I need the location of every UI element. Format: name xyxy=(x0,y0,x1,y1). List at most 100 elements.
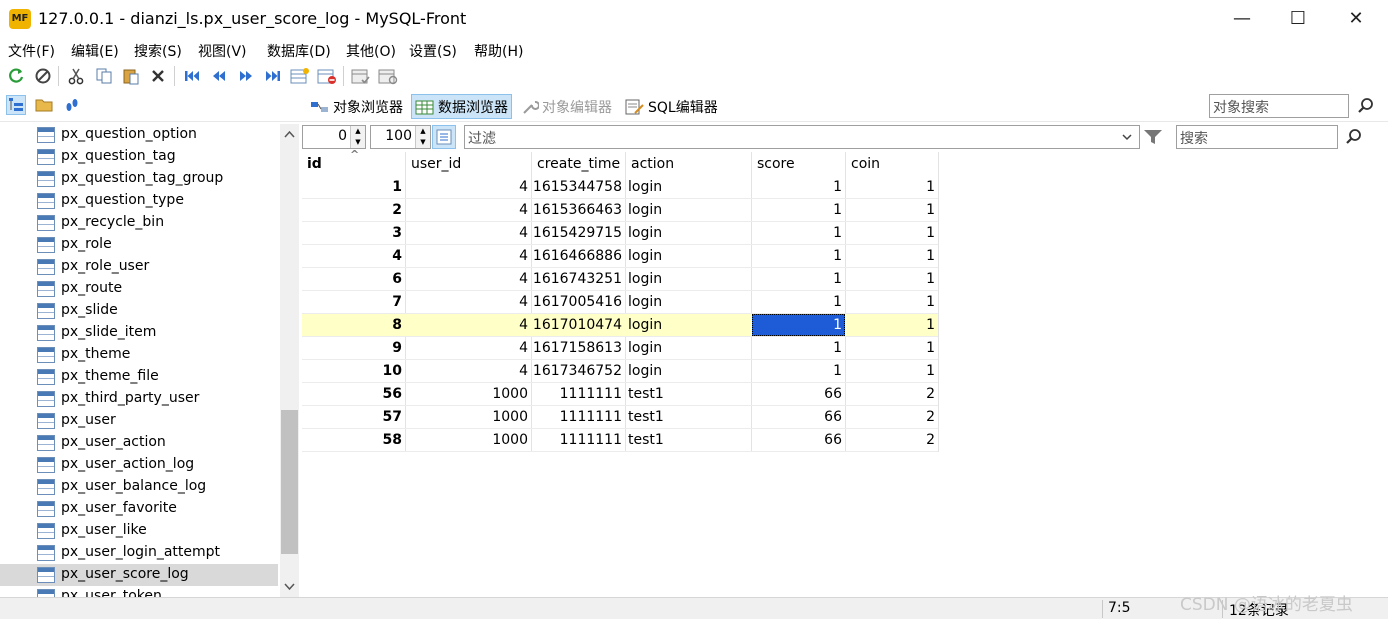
table-cell[interactable]: 1000 xyxy=(406,386,528,402)
table-row[interactable]: 10 4 1617346752 login 1 1 xyxy=(302,360,938,383)
table-row[interactable]: 1 4 1615344758 login 1 1 xyxy=(302,176,938,199)
table-cell[interactable]: 1615429715 xyxy=(532,225,622,241)
tree-item[interactable]: px_role_user xyxy=(0,256,278,278)
menu-file[interactable]: 文件(F) xyxy=(8,41,55,61)
tab-object-browser[interactable]: 对象浏览器 xyxy=(307,94,406,119)
table-row[interactable]: 8 4 1617010474 login 1 1 xyxy=(302,314,938,337)
stop-icon[interactable] xyxy=(33,66,53,86)
menu-help[interactable]: 帮助(H) xyxy=(474,41,523,61)
tree-item[interactable]: px_user_favorite xyxy=(0,498,278,520)
menu-view[interactable]: 视图(V) xyxy=(198,41,247,61)
column-header-create-time[interactable]: create_time xyxy=(532,152,625,176)
table-cell[interactable]: 1111111 xyxy=(532,432,622,448)
table-cell[interactable]: 1617158613 xyxy=(532,340,622,356)
sidebar-scroll-thumb[interactable] xyxy=(281,410,298,554)
table-cell[interactable]: 1 xyxy=(752,340,842,356)
column-header-id[interactable]: id ^ xyxy=(302,148,405,176)
tree-item-selected[interactable]: px_user_score_log xyxy=(0,564,278,586)
table-cell[interactable]: 1 xyxy=(752,248,842,264)
footsteps-icon[interactable] xyxy=(62,95,82,115)
tree-item[interactable]: px_user xyxy=(0,410,278,432)
table-cell[interactable]: 1111111 xyxy=(532,386,622,402)
table-cell[interactable]: test1 xyxy=(628,432,664,448)
delete-icon[interactable] xyxy=(148,66,168,86)
column-header-user-id[interactable]: user_id xyxy=(406,152,531,176)
table-cell[interactable]: 58 xyxy=(302,432,402,448)
table-cell[interactable]: 1 xyxy=(846,202,935,218)
table-cell[interactable]: 1615366463 xyxy=(532,202,622,218)
table-cell[interactable]: 57 xyxy=(302,409,402,425)
table-cell[interactable]: 1 xyxy=(752,179,842,195)
table-cell[interactable]: 2 xyxy=(846,386,935,402)
table-cell[interactable]: 1 xyxy=(752,202,842,218)
table-cell[interactable]: 1616466886 xyxy=(532,248,622,264)
prev-record-icon[interactable] xyxy=(209,66,229,86)
cut-icon[interactable] xyxy=(66,66,86,86)
table-cell[interactable]: 1 xyxy=(752,363,842,379)
chevron-down-icon[interactable] xyxy=(1120,130,1134,144)
search-icon[interactable] xyxy=(1354,94,1378,118)
menu-database[interactable]: 数据库(D) xyxy=(267,41,331,61)
tree-item[interactable]: px_theme_file xyxy=(0,366,278,388)
table-cell[interactable]: 1000 xyxy=(406,409,528,425)
tree-item[interactable]: px_user_token xyxy=(0,586,278,597)
table-cell[interactable]: 1 xyxy=(846,317,935,333)
table-cell[interactable]: 4 xyxy=(406,363,528,379)
tree-item[interactable]: px_user_balance_log xyxy=(0,476,278,498)
table-cell[interactable]: login xyxy=(628,317,662,333)
table-cell[interactable]: 1 xyxy=(846,271,935,287)
table-cell[interactable]: 1000 xyxy=(406,432,528,448)
table-cell[interactable]: 4 xyxy=(406,294,528,310)
maximize-button[interactable]: ☐ xyxy=(1272,0,1324,38)
table-cell[interactable]: 66 xyxy=(752,432,842,448)
table-cell[interactable]: 66 xyxy=(752,386,842,402)
tree-item[interactable]: px_user_login_attempt xyxy=(0,542,278,564)
table-cell[interactable]: 1615344758 xyxy=(532,179,622,195)
table-cell[interactable]: 4 xyxy=(406,225,528,241)
table-row[interactable]: 4 4 1616466886 login 1 1 xyxy=(302,245,938,268)
tree-item[interactable]: px_question_tag xyxy=(0,146,278,168)
folder-icon[interactable] xyxy=(34,95,54,115)
table-cell[interactable]: login xyxy=(628,225,662,241)
menu-settings[interactable]: 设置(S) xyxy=(409,41,457,61)
table-cell[interactable]: 4 xyxy=(406,202,528,218)
table-cell[interactable]: 2 xyxy=(302,202,402,218)
table-cell[interactable]: 1111111 xyxy=(532,409,622,425)
table-cell[interactable]: test1 xyxy=(628,409,664,425)
delete-record-icon[interactable] xyxy=(317,66,337,86)
table-cell[interactable]: 1 xyxy=(846,179,935,195)
tree-item[interactable]: px_user_action xyxy=(0,432,278,454)
scroll-down-icon[interactable] xyxy=(280,577,299,595)
table-row[interactable]: 3 4 1615429715 login 1 1 xyxy=(302,222,938,245)
table-cell[interactable]: login xyxy=(628,179,662,195)
table-cell[interactable]: 1617005416 xyxy=(532,294,622,310)
table-cell[interactable]: login xyxy=(628,363,662,379)
tree-item[interactable]: px_role xyxy=(0,234,278,256)
table-cell[interactable]: 1 xyxy=(846,225,935,241)
table-cell[interactable]: login xyxy=(628,340,662,356)
object-search-input[interactable]: 对象搜索 xyxy=(1209,94,1349,118)
tree-view-icon[interactable] xyxy=(6,95,26,115)
table-cell[interactable]: 8 xyxy=(302,317,402,333)
table-cell[interactable]: 1 xyxy=(752,317,842,333)
table-cell[interactable]: 66 xyxy=(752,409,842,425)
table-cell[interactable]: 1 xyxy=(846,248,935,264)
tree-item[interactable]: px_user_action_log xyxy=(0,454,278,476)
tree-item[interactable]: px_third_party_user xyxy=(0,388,278,410)
table-cell[interactable]: 7 xyxy=(302,294,402,310)
table-cell[interactable]: 1617346752 xyxy=(532,363,622,379)
tree-item[interactable]: px_recycle_bin xyxy=(0,212,278,234)
table-cell[interactable]: 1616743251 xyxy=(532,271,622,287)
table-cell[interactable]: 1 xyxy=(752,294,842,310)
table-cell[interactable]: 1 xyxy=(846,363,935,379)
scroll-up-icon[interactable] xyxy=(280,126,299,144)
table-cell[interactable]: 4 xyxy=(302,248,402,264)
search-icon[interactable] xyxy=(1342,125,1366,149)
table-cell[interactable]: login xyxy=(628,271,662,287)
table-cell[interactable]: 1 xyxy=(846,294,935,310)
table-row[interactable]: 6 4 1616743251 login 1 1 xyxy=(302,268,938,291)
tree-item[interactable]: px_slide_item xyxy=(0,322,278,344)
table-cell[interactable]: 2 xyxy=(846,409,935,425)
table-cell[interactable]: 1 xyxy=(752,271,842,287)
table-row[interactable]: 2 4 1615366463 login 1 1 xyxy=(302,199,938,222)
